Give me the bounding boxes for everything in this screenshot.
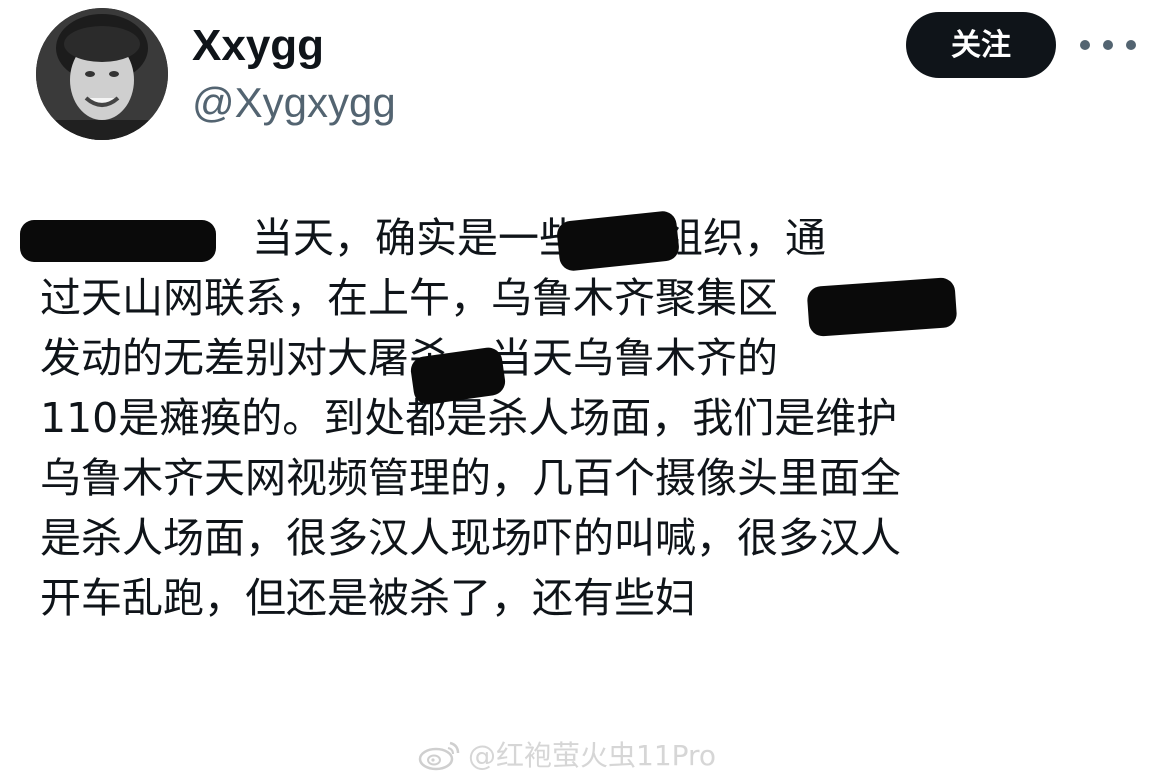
redaction-mark xyxy=(806,276,958,338)
tweet-line: 乌鲁木齐天网视频管理的，几百个摄像头里面全 xyxy=(40,454,901,502)
tweet-header: Xxygg @Xygxygg 关注 xyxy=(0,0,1169,160)
weibo-icon xyxy=(418,741,460,771)
tweet-line: 是杀人场面，很多汉人现场吓的叫喊，很多汉人 xyxy=(40,514,901,562)
watermark: @红袍萤火虫11Pro xyxy=(418,736,716,772)
tweet-line: 过天山网联系，在上午，乌鲁木齐聚集区 xyxy=(40,274,778,322)
tweet-text: 当天，确实是一些恐怖组织，通 过天山网联系，在上午，乌鲁木齐聚集区 发动的无差别… xyxy=(20,208,1130,628)
display-name[interactable]: Xxygg xyxy=(192,20,324,72)
tweet-line: 发动的无差别对大屠杀。当天乌鲁木齐的 xyxy=(40,334,778,382)
watermark-text: @红袍萤火虫11Pro xyxy=(468,739,717,772)
tweet-line-text: 当天，确实是一些恐怖组织，通 xyxy=(252,214,826,262)
redaction-mark xyxy=(20,220,216,262)
tweet-line: 开车乱跑，但还是被杀了，还有些妇 xyxy=(40,574,696,622)
follow-button[interactable]: 关注 xyxy=(906,12,1056,78)
more-dot xyxy=(1103,40,1113,50)
avatar-image xyxy=(36,8,168,140)
user-handle[interactable]: @Xygxygg xyxy=(192,78,396,128)
more-options-icon[interactable] xyxy=(1080,30,1136,60)
more-dot xyxy=(1080,40,1090,50)
avatar[interactable] xyxy=(36,8,168,140)
tweet-line: 110是瘫痪的。到处都是杀人场面，我们是维护 xyxy=(40,394,898,442)
more-dot xyxy=(1126,40,1136,50)
